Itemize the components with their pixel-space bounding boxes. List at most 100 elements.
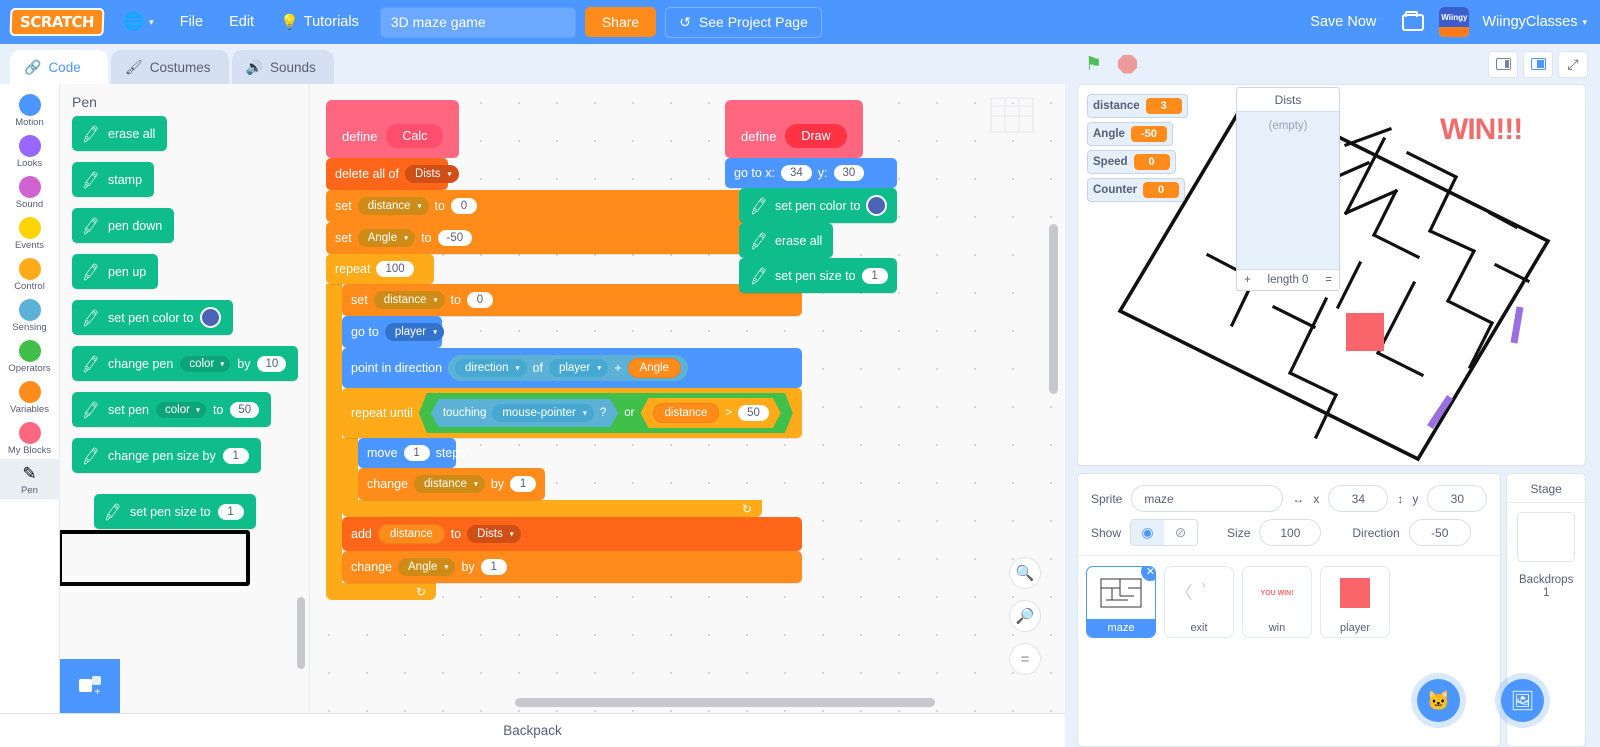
menu-edit[interactable]: Edit <box>216 0 267 44</box>
block-set-pen-size-to[interactable]: 🖍 set pen size to 1 <box>739 258 897 293</box>
value-input[interactable]: 0 <box>466 292 493 308</box>
list-monitor-dists[interactable]: Dists (empty) + length 0 = <box>1236 87 1340 291</box>
list-dropdown[interactable]: Dists <box>467 525 521 543</box>
value-input[interactable]: 1 <box>510 476 537 492</box>
palette-block-change-pen-color-by[interactable]: 🖍 change pen color by 10 <box>72 346 299 381</box>
palette-block-pen-down[interactable]: 🖍 pen down <box>72 208 175 243</box>
large-stage-button[interactable] <box>1523 50 1553 78</box>
palette-block-stamp[interactable]: 🖍 stamp <box>72 162 155 197</box>
palette-block-pen-up[interactable]: 🖍 pen up <box>72 254 159 289</box>
monitor-speed[interactable]: Speed 0 <box>1087 150 1176 174</box>
category-looks[interactable]: Looks <box>0 131 60 172</box>
tab-costumes[interactable]: 🖌 Costumes <box>111 50 229 84</box>
menu-tutorials[interactable]: 💡 Tutorials <box>267 0 372 44</box>
block-attribute-of[interactable]: direction of player + Angle <box>448 355 688 381</box>
add-extension-button[interactable]: + <box>60 659 120 713</box>
attribute-dropdown[interactable]: direction <box>455 359 527 377</box>
category-control[interactable]: Control <box>0 254 60 295</box>
x-input[interactable]: 34 <box>781 165 812 181</box>
y-input[interactable]: 30 <box>833 165 865 181</box>
monitor-angle[interactable]: Angle -50 <box>1087 122 1173 146</box>
list-resize-handle[interactable]: = <box>1325 274 1332 286</box>
my-stuff-button[interactable] <box>1389 0 1437 44</box>
stop-icon[interactable] <box>1118 54 1138 74</box>
category-events[interactable]: Events <box>0 213 60 254</box>
block-change-distance-by[interactable]: change distance by 1 <box>358 468 546 500</box>
block-point-in-direction[interactable]: point in direction direction of player +… <box>342 348 802 388</box>
canvas-horizontal-scrollbar[interactable] <box>515 698 935 707</box>
eye-slash-icon[interactable]: ⊘ <box>1164 520 1197 545</box>
value-input[interactable]: 1 <box>403 445 430 461</box>
palette-block-erase-all[interactable]: 🖍 erase all <box>72 116 168 151</box>
touching-dropdown[interactable]: mouse-pointer <box>492 404 594 422</box>
variable-reporter[interactable]: distance <box>377 524 445 544</box>
account-menu[interactable]: Wiingy WiingyClasses ▾ <box>1437 0 1600 44</box>
zoom-out-button[interactable]: 🔎 <box>1009 600 1041 632</box>
menu-file[interactable]: File <box>167 0 216 44</box>
value-input[interactable]: 10 <box>257 355 287 372</box>
block-change-angle-by[interactable]: change Angle by 1 <box>342 551 802 583</box>
variable-dropdown[interactable]: distance <box>373 291 445 309</box>
block-go-to-xy[interactable]: go to x: 34 y: 30 <box>725 158 897 188</box>
palette-block-change-pen-size-by[interactable]: 🖍 change pen size by 1 <box>72 438 261 473</box>
category-sound[interactable]: Sound <box>0 172 60 213</box>
save-now-button[interactable]: Save Now <box>1297 0 1389 44</box>
sprite-card-player[interactable]: player <box>1320 566 1390 638</box>
x-input[interactable]: 34 <box>1328 485 1389 512</box>
value-input[interactable]: -50 <box>437 230 473 246</box>
code-canvas[interactable]: define Calc delete all of Dists set dist… <box>310 84 1065 713</box>
add-sprite-button[interactable]: 🐱 <box>1417 679 1460 722</box>
eye-icon[interactable]: ◉ <box>1131 520 1165 545</box>
category-sensing[interactable]: Sensing <box>0 295 60 336</box>
sprite-card-win[interactable]: YOU WIN! win <box>1242 566 1312 638</box>
scratch-logo[interactable]: SCRATCH <box>9 8 105 36</box>
block-erase-all[interactable]: 🖍 erase all <box>739 223 833 258</box>
monitor-distance[interactable]: distance 3 <box>1087 94 1188 118</box>
block-delete-all-of[interactable]: delete all of Dists <box>326 158 459 190</box>
stage[interactable]: WIN!!! distance 3 Angle -50 Speed 0 Coun… <box>1077 84 1586 466</box>
sprite-card-exit[interactable]: exit <box>1164 566 1234 638</box>
monitor-counter[interactable]: Counter 0 <box>1087 178 1186 202</box>
canvas-vertical-scrollbar[interactable] <box>1049 224 1058 394</box>
target-dropdown[interactable]: player <box>384 323 445 341</box>
category-my-blocks[interactable]: My Blocks <box>0 418 60 459</box>
block-touching[interactable]: touching mouse-pointer ? <box>431 399 618 427</box>
block-palette[interactable]: Pen 🖍 erase all 🖍 stamp 🖍 pen down 🖍 pen… <box>60 84 310 713</box>
value-input[interactable]: 1 <box>217 503 244 520</box>
y-input[interactable]: 30 <box>1427 485 1488 512</box>
palette-block-set-pen-color[interactable]: 🖍 set pen color to <box>72 300 234 335</box>
variable-dropdown[interactable]: Angle <box>398 558 456 576</box>
category-variables[interactable]: Variables <box>0 377 60 418</box>
zoom-reset-button[interactable]: = <box>1009 643 1041 675</box>
block-move-steps[interactable]: move 1 steps <box>358 438 465 468</box>
list-add-icon[interactable]: + <box>1244 274 1251 286</box>
category-pen[interactable]: ✎ Pen <box>0 459 60 499</box>
category-operators[interactable]: Operators <box>0 336 60 377</box>
pen-color-swatch[interactable] <box>200 307 222 328</box>
define-draw-hat[interactable]: define Draw <box>725 100 863 158</box>
value-input[interactable]: 1 <box>222 447 249 464</box>
share-button[interactable]: Share <box>584 7 657 37</box>
sprite-name-input[interactable]: maze <box>1131 485 1284 512</box>
tab-sounds[interactable]: 🔊 Sounds <box>231 50 334 84</box>
repeat-until-header[interactable]: repeat until touching mouse-pointer ? o <box>342 388 802 438</box>
palette-block-set-pen-size-to[interactable]: 🖍 set pen size to 1 <box>94 494 256 529</box>
pen-attribute-dropdown[interactable]: color <box>156 401 206 418</box>
define-calc-hat[interactable]: define Calc <box>326 100 460 158</box>
category-motion[interactable]: Motion <box>0 90 60 131</box>
palette-scrollbar[interactable] <box>297 597 305 669</box>
language-selector[interactable]: 🌐 ▾ <box>110 0 167 44</box>
project-title-input[interactable] <box>379 6 576 38</box>
variable-dropdown[interactable]: distance <box>357 197 429 215</box>
variable-reporter[interactable]: Angle <box>627 358 681 378</box>
value-input[interactable]: 1 <box>480 559 507 575</box>
script-draw[interactable]: define Draw go to x: 34 y: 30 🖍 set pen … <box>725 100 897 293</box>
small-stage-button[interactable] <box>1488 50 1518 78</box>
value-input[interactable]: 100 <box>376 261 414 277</box>
block-or[interactable]: touching mouse-pointer ? or distance <box>419 393 793 433</box>
direction-input[interactable]: -50 <box>1408 519 1471 546</box>
block-add-to-list[interactable]: add distance to Dists <box>342 517 802 551</box>
variable-dropdown[interactable]: distance <box>414 475 485 493</box>
block-set-pen-color-to[interactable]: 🖍 set pen color to <box>739 188 897 223</box>
green-flag-icon[interactable]: ⚑ <box>1085 53 1102 76</box>
